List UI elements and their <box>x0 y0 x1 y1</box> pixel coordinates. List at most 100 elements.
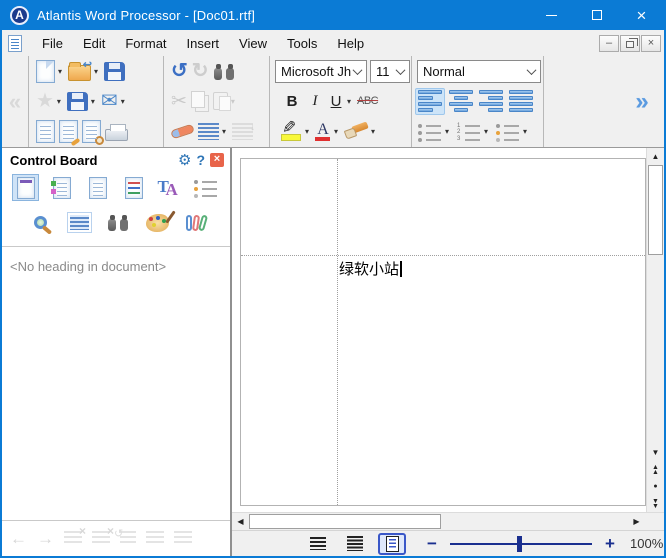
dropdown-arrow-icon[interactable]: ▾ <box>521 127 529 136</box>
zoom-out-button[interactable]: − <box>422 534 442 554</box>
scroll-left-button[interactable]: ◀ <box>232 513 249 530</box>
font-color-button[interactable]: A▾ <box>313 118 342 145</box>
numbered-list-button[interactable]: ▾ <box>454 118 492 145</box>
new-document-button[interactable]: ▾ <box>34 58 66 85</box>
bullet-list-button[interactable]: ▾ <box>415 118 453 145</box>
dropdown-arrow-icon[interactable]: ▾ <box>220 127 228 136</box>
minimize-button[interactable] <box>529 0 574 30</box>
horizontal-scroll-thumb[interactable] <box>249 514 441 529</box>
menu-format[interactable]: Format <box>115 33 176 54</box>
zoom-in-button[interactable]: + <box>600 534 620 554</box>
print-layout-view-button[interactable] <box>378 533 406 555</box>
font-size-select[interactable]: 11 <box>370 60 410 83</box>
undo-button[interactable]: ↺ <box>169 58 190 85</box>
vertical-scroll-thumb[interactable] <box>648 165 663 255</box>
save-as-button[interactable]: ▾ <box>65 88 99 115</box>
strikethrough-button[interactable]: ABC <box>355 88 380 115</box>
doc-restore-button[interactable] <box>620 35 640 52</box>
panel-styles-sheet-button[interactable] <box>120 174 147 201</box>
toolbar-scroll-left-button[interactable]: « <box>2 56 29 147</box>
paragraph-format-button[interactable]: ▾ <box>196 118 230 145</box>
panel-clipboard-button[interactable] <box>183 209 210 236</box>
justify-button[interactable] <box>507 88 535 115</box>
menu-insert[interactable]: Insert <box>177 33 230 54</box>
panel-search-button[interactable] <box>105 209 132 236</box>
scroll-up-button[interactable]: ▲ <box>647 148 664 165</box>
headings-view-icon <box>17 177 35 199</box>
gear-icon[interactable]: ⚙ <box>178 153 191 168</box>
email-button[interactable]: ✉▾ <box>99 88 129 115</box>
style-select[interactable]: Normal <box>417 60 541 83</box>
select-browse-object-button[interactable]: ● <box>647 478 664 495</box>
zoom-slider-thumb[interactable] <box>517 536 522 552</box>
draft-view-button[interactable] <box>304 533 332 555</box>
print-button[interactable] <box>103 118 130 145</box>
title-bar[interactable]: A Atlantis Word Processor - [Doc01.rtf] … <box>2 0 664 30</box>
align-right-button[interactable] <box>477 88 505 115</box>
maximize-button[interactable] <box>574 0 619 30</box>
web-view-button[interactable] <box>341 533 369 555</box>
dropdown-arrow-icon[interactable]: ▾ <box>119 97 127 106</box>
document-options-button[interactable] <box>57 118 80 145</box>
panel-headings-button[interactable] <box>12 174 39 201</box>
panel-bookmarks-button[interactable] <box>48 174 75 201</box>
arrow-right-icon: ▶ <box>633 517 639 526</box>
chevron-down-icon <box>396 65 406 75</box>
open-button[interactable]: ▾ <box>66 58 102 85</box>
horizontal-scrollbar[interactable]: ◀ ▶ <box>232 512 664 530</box>
scroll-down-button[interactable]: ▼ <box>647 444 664 461</box>
doc-minimize-button[interactable]: – <box>599 35 619 52</box>
highlight-button[interactable]: ▾ <box>278 118 313 145</box>
find-button[interactable] <box>211 58 238 85</box>
save-button[interactable] <box>102 58 127 85</box>
dropdown-arrow-icon[interactable]: ▾ <box>56 67 64 76</box>
dropdown-arrow-icon[interactable]: ▾ <box>89 97 97 106</box>
underline-button[interactable]: U▾ <box>326 88 355 115</box>
help-icon[interactable]: ? <box>196 152 205 168</box>
panel-zoom-button[interactable] <box>27 209 54 236</box>
close-button[interactable]: × <box>619 0 664 30</box>
panel-colors-button[interactable] <box>144 209 171 236</box>
font-name-select[interactable]: Microsoft Jh <box>275 60 367 83</box>
document-properties-button[interactable] <box>34 118 57 145</box>
panel-close-button[interactable]: × <box>210 153 224 167</box>
dropdown-arrow-icon[interactable]: ▾ <box>92 67 100 76</box>
menu-edit[interactable]: Edit <box>73 33 115 54</box>
horizontal-scroll-track[interactable] <box>249 513 628 530</box>
scroll-right-button[interactable]: ▶ <box>628 513 645 530</box>
panel-paragraph-button[interactable] <box>66 209 93 236</box>
dropdown-arrow-icon[interactable]: ▾ <box>303 127 311 136</box>
zoom-slider[interactable] <box>450 536 592 552</box>
print-preview-button[interactable] <box>80 118 103 145</box>
toolbar-file-group: ▾ ▾ ★▾ ▾ ✉▾ <box>29 56 164 147</box>
menu-view[interactable]: View <box>229 33 277 54</box>
dropdown-arrow-icon[interactable]: ▾ <box>332 127 340 136</box>
document-page[interactable]: 绿软小站 <box>240 158 646 506</box>
dropdown-arrow-icon[interactable]: ▾ <box>443 127 451 136</box>
dropdown-arrow-icon[interactable]: ▾ <box>369 127 377 136</box>
dropdown-arrow-icon[interactable]: ▾ <box>55 97 63 106</box>
panel-lists-button[interactable] <box>192 174 219 201</box>
format-painter-button[interactable]: ▾ <box>342 118 379 145</box>
doc-close-button[interactable]: × <box>641 35 661 52</box>
toolbar-edit-group: ↺ ↻ ✂ ▾ ▾ ↓ <box>164 56 270 147</box>
align-center-button[interactable] <box>447 88 475 115</box>
menu-tools[interactable]: Tools <box>277 33 327 54</box>
menu-help[interactable]: Help <box>327 33 374 54</box>
bold-button[interactable]: B <box>280 88 304 115</box>
multilevel-list-button[interactable]: ▾ <box>493 118 531 145</box>
dropdown-arrow-icon[interactable]: ▾ <box>345 97 353 106</box>
document-text[interactable]: 绿软小站 <box>339 258 402 279</box>
align-left-button[interactable] <box>415 88 445 115</box>
panel-fonts-button[interactable] <box>156 174 183 201</box>
vertical-scrollbar[interactable]: ▲ ▼ ▲▲ ● ▼▼ <box>646 148 664 512</box>
dropdown-arrow-icon[interactable]: ▾ <box>482 127 490 136</box>
panel-fields-button[interactable] <box>84 174 111 201</box>
favorites-button[interactable]: ★▾ <box>34 88 65 115</box>
eraser-button[interactable] <box>169 118 196 145</box>
next-page-button[interactable]: ▼▼ <box>647 495 664 512</box>
menu-file[interactable]: File <box>32 33 73 54</box>
italic-button[interactable]: I <box>304 88 326 115</box>
previous-page-button[interactable]: ▲▲ <box>647 461 664 478</box>
toolbar-scroll-right-button[interactable]: » <box>620 56 664 147</box>
